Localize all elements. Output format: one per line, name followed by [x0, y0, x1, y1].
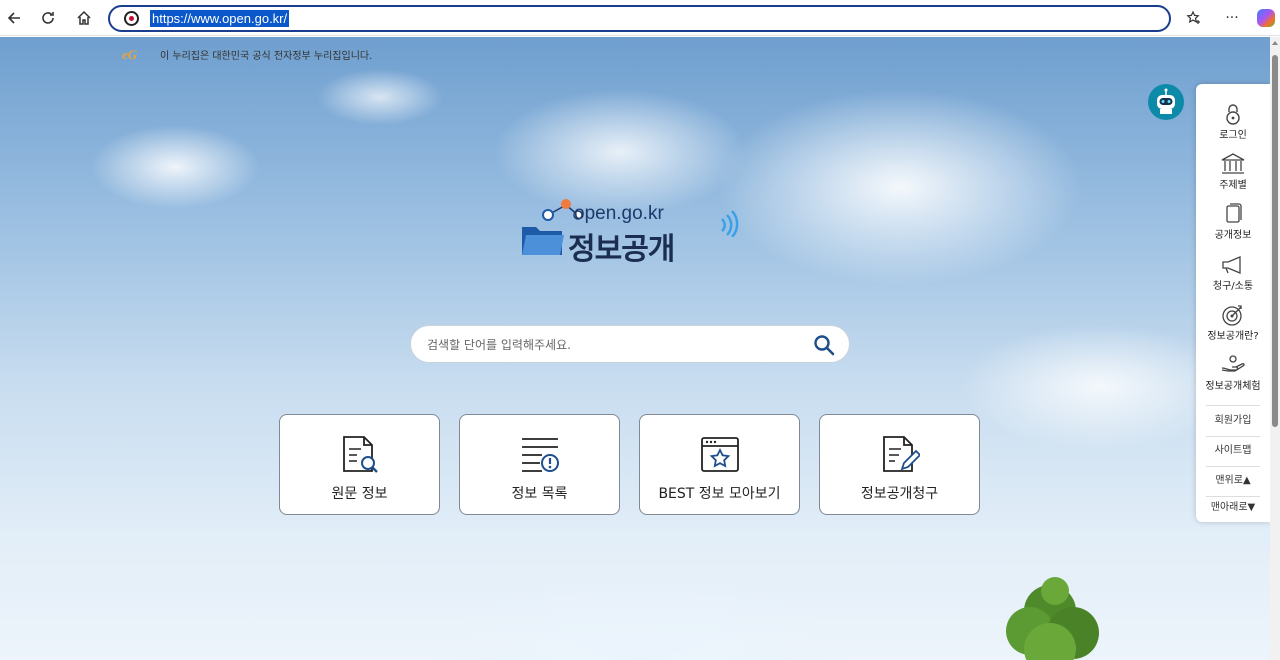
quick-item-label: 정보공개체험 [1205, 381, 1261, 392]
egov-logo: eG [122, 46, 138, 62]
document-search-icon [343, 436, 378, 473]
home-icon [77, 10, 91, 25]
refresh-icon [42, 12, 54, 24]
back-button[interactable] [2, 6, 26, 30]
window-star-icon [701, 437, 739, 472]
quick-what-is-disclosure[interactable]: 정보공개란? [1196, 297, 1270, 345]
quick-experience[interactable]: 정보공개체험 [1196, 347, 1270, 395]
page-scrollbar[interactable] [1270, 37, 1280, 660]
search-box [410, 325, 850, 363]
card-label: 정보 목록 [511, 486, 568, 502]
card-best-info[interactable]: BEST 정보 모아보기 [639, 414, 800, 515]
card-label: 정보공개청구 [860, 486, 939, 502]
list-alert-icon [522, 438, 559, 472]
quick-signup[interactable]: 회원가입 [1196, 407, 1270, 435]
home-button[interactable] [72, 6, 96, 30]
quick-by-topic[interactable]: 주제별 [1196, 146, 1270, 194]
search-button[interactable] [813, 334, 835, 356]
refresh-button[interactable] [36, 6, 60, 30]
megaphone-icon [1222, 256, 1241, 274]
gov-banner: eG 이 누리집은 대한민국 공식 전자정부 누리집입니다. [122, 46, 373, 63]
copilot-button[interactable] [1256, 8, 1276, 28]
tree-illustration [1006, 577, 1099, 660]
arrow-left-icon [7, 12, 20, 24]
star-plus-icon [1186, 10, 1200, 24]
scroll-up-arrow-icon[interactable] [1272, 41, 1278, 45]
copilot-icon [1257, 9, 1275, 27]
card-original-info[interactable]: 원문 정보 [279, 414, 440, 515]
quick-scroll-top[interactable]: 맨위로▲ [1196, 467, 1270, 495]
address-bar[interactable]: https://www.open.go.kr/ [108, 5, 1171, 32]
logo-domain: open.go.kr [574, 203, 664, 224]
card-label: 원문 정보 [331, 486, 388, 502]
hand-icon [1221, 355, 1245, 372]
signal-waves-icon [721, 210, 739, 237]
target-icon [1222, 305, 1242, 326]
search-input[interactable] [427, 334, 797, 356]
divider [1206, 405, 1260, 406]
quick-item-label: 청구/소통 [1212, 281, 1254, 292]
quick-scroll-bottom[interactable]: 맨아래로▼ [1196, 494, 1270, 522]
gov-banner-text: 이 누리집은 대한민국 공식 전자정부 누리집입니다. [160, 51, 373, 62]
quick-login[interactable]: 로그인 [1196, 96, 1270, 144]
logo-title: 정보공개 [568, 232, 675, 267]
quick-sitemap[interactable]: 사이트맵 [1196, 437, 1270, 465]
ellipsis-icon: ··· [1225, 10, 1239, 26]
browser-toolbar: https://www.open.go.kr/ ··· [0, 0, 1280, 36]
address-url[interactable]: https://www.open.go.kr/ [150, 10, 290, 27]
lock-icon [1226, 104, 1240, 125]
chatbot-button[interactable] [1148, 84, 1184, 120]
quick-item-label: 로그인 [1219, 130, 1247, 141]
quick-request[interactable]: 청구/소통 [1196, 247, 1270, 295]
card-info-list[interactable]: 정보 목록 [459, 414, 620, 515]
document-edit-icon [883, 436, 920, 472]
more-button[interactable]: ··· [1222, 8, 1242, 28]
quick-public-info[interactable]: 공개정보 [1196, 196, 1270, 244]
building-icon [1221, 153, 1245, 174]
copy-icon [1226, 203, 1242, 223]
card-disclosure-request[interactable]: 정보공개청구 [819, 414, 980, 515]
scrollbar-thumb[interactable] [1272, 55, 1278, 427]
page-content: eG 이 누리집은 대한민국 공식 전자정부 누리집입니다. open.go.k… [0, 37, 1270, 660]
quick-menu: 로그인 주제별 공개정보 청구/소통 정보공개란? 정보공개체험 회원가입 사이… [1196, 84, 1270, 522]
card-label: BEST 정보 모아보기 [658, 486, 781, 502]
site-favicon-icon [124, 11, 139, 26]
site-logo[interactable]: open.go.kr 정보공개 [518, 197, 748, 272]
quick-item-label: 정보공개란? [1207, 331, 1259, 342]
favorites-button[interactable] [1184, 8, 1204, 28]
quick-item-label: 공개정보 [1214, 230, 1252, 241]
search-icon [814, 335, 835, 356]
robot-icon [1157, 88, 1175, 114]
quick-item-label: 주제별 [1219, 180, 1247, 191]
